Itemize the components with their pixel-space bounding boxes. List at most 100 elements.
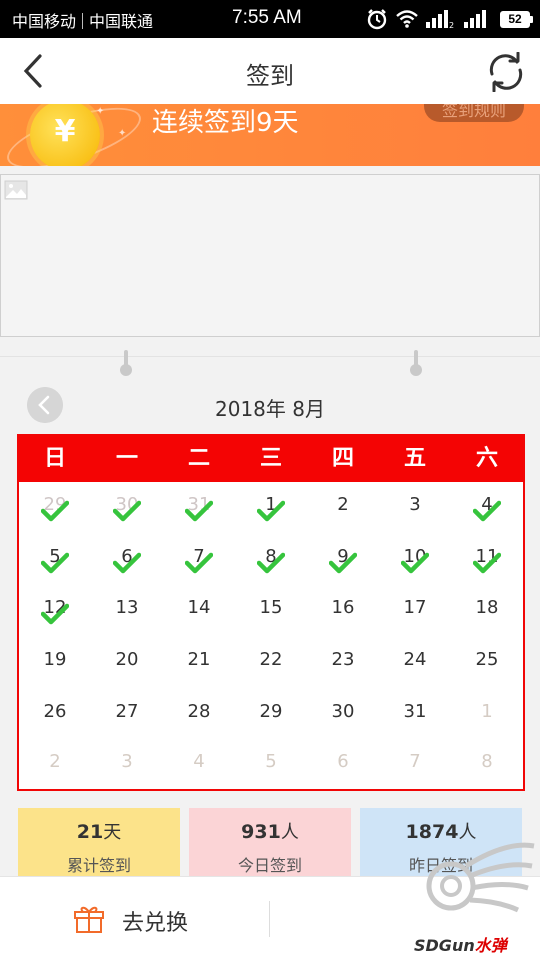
calendar-day[interactable]: 29 [19,482,91,534]
calendar-day[interactable]: 27 [91,689,163,741]
calendar-day[interactable]: 8 [235,534,307,586]
checked-in-icon [257,500,285,522]
page-title: 签到 [246,62,294,90]
calendar-hanger-line [0,356,540,357]
day-number: 28 [187,701,211,722]
day-number: 18 [475,597,499,618]
gift-icon[interactable] [74,904,104,934]
calendar-day[interactable]: 4 [451,482,523,534]
calendar-day[interactable]: 28 [163,689,235,741]
calendar-day[interactable]: 6 [307,739,379,791]
calendar-day[interactable]: 29 [235,689,307,741]
exchange-button[interactable]: 去兑换 [122,905,188,937]
checked-in-icon [401,552,429,574]
checked-in-icon [113,500,141,522]
day-number: 3 [409,494,421,515]
calendar-day[interactable]: 13 [91,585,163,637]
checked-in-icon [473,552,501,574]
stat-value: 1874 [405,821,459,843]
calendar-day[interactable]: 1 [451,689,523,741]
day-number: 1 [481,701,493,722]
checked-in-icon [41,552,69,574]
stat-value: 931 [241,821,281,843]
day-number: 22 [259,649,283,670]
bottom-bar: 去兑换 [0,876,540,960]
day-number: 17 [403,597,427,618]
refresh-icon[interactable] [486,52,526,92]
calendar-day[interactable]: 6 [91,534,163,586]
day-number: 6 [337,751,349,772]
day-number: 31 [403,701,427,722]
day-number: 4 [193,751,205,772]
calendar-day[interactable]: 3 [379,482,451,534]
checkin-calendar: 日一二三四五六 29 30 31 1 2 3 4 5 6 7 8 9 10 11 12 13 14 15 16 17 1… [17,434,525,791]
calendar-day[interactable]: 10 [379,534,451,586]
calendar-day[interactable]: 23 [307,637,379,689]
calendar-day[interactable]: 30 [91,482,163,534]
stat-unit: 人 [458,822,477,843]
calendar-day[interactable]: 1 [235,482,307,534]
day-number: 14 [187,597,211,618]
calendar-day[interactable]: 3 [91,739,163,791]
calendar-day[interactable]: 14 [163,585,235,637]
calendar-day[interactable]: 11 [451,534,523,586]
checked-in-icon [185,500,213,522]
banner-image-placeholder[interactable] [0,174,540,337]
calendar-day[interactable]: 30 [307,689,379,741]
weekday-label: 一 [115,446,138,471]
calendar-day[interactable]: 2 [307,482,379,534]
calendar-day[interactable]: 20 [91,637,163,689]
calendar-day[interactable]: 12 [19,585,91,637]
calendar-day[interactable]: 15 [235,585,307,637]
streak-text: 连续签到9天 [152,108,299,138]
weekday-label: 五 [403,446,426,471]
day-number: 5 [265,751,277,772]
broken-image-icon [4,180,28,200]
calendar-day[interactable]: 22 [235,637,307,689]
checked-in-icon [113,552,141,574]
calendar-day[interactable]: 26 [19,689,91,741]
calendar-day[interactable]: 21 [163,637,235,689]
calendar-day[interactable]: 5 [19,534,91,586]
calendar-day[interactable]: 2 [19,739,91,791]
checked-in-icon [41,500,69,522]
calendar-day[interactable]: 19 [19,637,91,689]
day-number: 24 [403,649,427,670]
calendar-day[interactable]: 7 [379,739,451,791]
wifi-icon [396,10,418,28]
calendar-day[interactable]: 4 [163,739,235,791]
weekday-label: 三 [259,446,282,471]
calendar-day[interactable]: 16 [307,585,379,637]
day-number: 7 [409,751,421,772]
weekday-label: 四 [331,446,354,471]
rules-button[interactable]: 签到规则 [424,104,524,122]
stat-label: 累计签到 [66,856,131,875]
calendar-day[interactable]: 31 [163,482,235,534]
calendar-day[interactable]: 18 [451,585,523,637]
calendar-day[interactable]: 25 [451,637,523,689]
day-number: 16 [331,597,355,618]
svg-text:2: 2 [449,21,454,28]
day-number: 13 [115,597,139,618]
coin-icon: ¥ [30,104,100,166]
stat-label: 昨日签到 [408,856,473,875]
day-number: 3 [121,751,133,772]
calendar-hook [410,350,422,378]
calendar-day[interactable]: 5 [235,739,307,791]
day-number: 27 [115,701,139,722]
day-number: 20 [115,649,139,670]
checked-in-icon [257,552,285,574]
day-number: 26 [43,701,67,722]
calendar-day[interactable]: 9 [307,534,379,586]
calendar-day[interactable]: 7 [163,534,235,586]
day-number: 19 [43,649,67,670]
month-label: 2018年 8月 [215,397,325,421]
calendar-day[interactable]: 24 [379,637,451,689]
calendar-day[interactable]: 31 [379,689,451,741]
calendar-day[interactable]: 17 [379,585,451,637]
weekday-label: 二 [187,446,210,471]
checked-in-icon [473,500,501,522]
calendar-day[interactable]: 8 [451,739,523,791]
sparkle-icon: ✦ [96,106,105,117]
status-bar: 中国移动 中国联通 7:55 AM 2 52 [0,0,540,38]
